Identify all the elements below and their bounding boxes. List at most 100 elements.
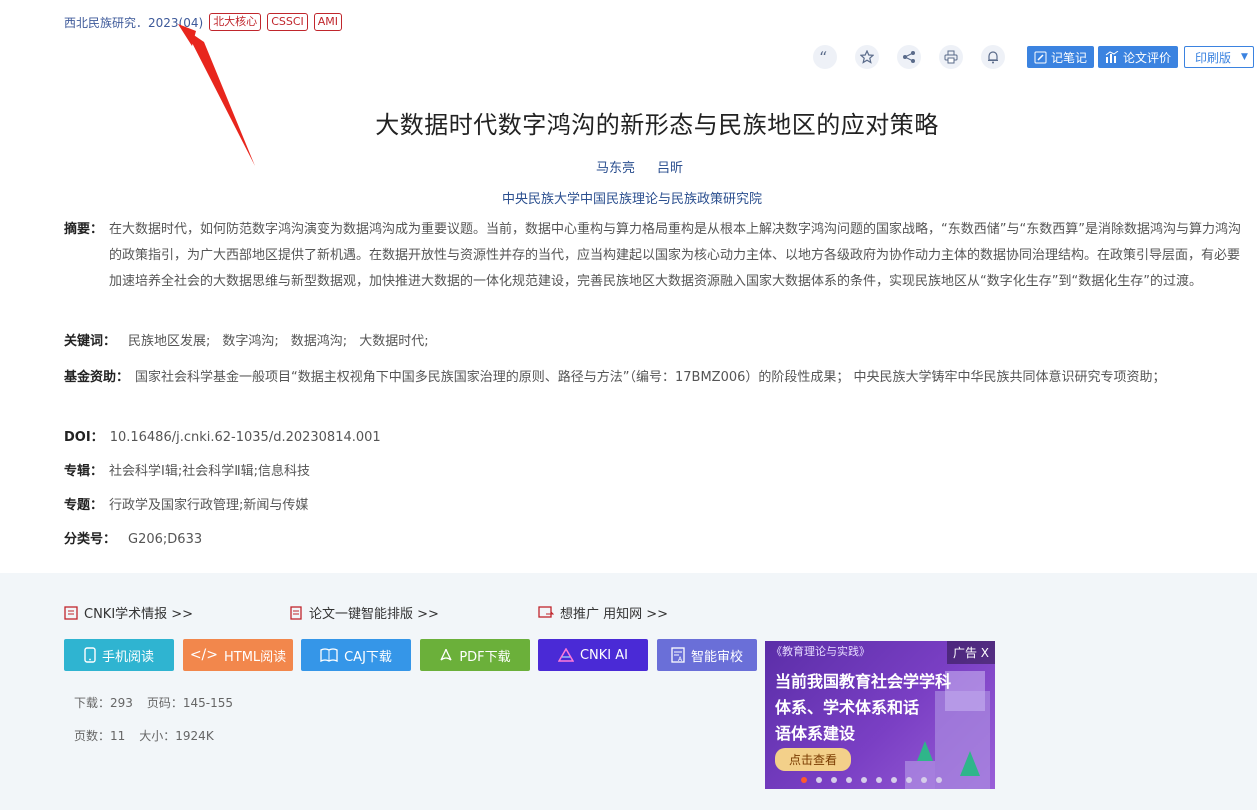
fund-text: 国家社会科学基金一般项目“数据主权视角下中国多民族国家治理的原则、路径与方法”（… <box>135 370 1166 385</box>
take-note-button[interactable]: 记笔记 <box>1027 46 1095 68</box>
document-icon <box>290 605 302 620</box>
ad-headline-3: 语体系建设 <box>775 724 856 743</box>
carousel-dot[interactable] <box>876 777 882 783</box>
carousel-dot[interactable] <box>831 777 837 783</box>
keyword-link[interactable]: 数据鸿沟; <box>291 329 347 355</box>
article-toolbar: “ 记笔记 论文评价 印刷版 ▼ <box>813 45 1254 69</box>
carousel-dot[interactable] <box>801 777 807 783</box>
doi-label: DOI： <box>64 430 104 445</box>
promo-label: 论文一键智能排版 >> <box>309 607 439 622</box>
page-count: 页数：11 <box>74 729 126 743</box>
source-line: 西北民族研究．2023(04) 北大核心 CSSCI AMI <box>64 13 343 31</box>
download-stats: 下载：293 页码：145-155 <box>74 694 233 711</box>
badge-pku-core: 北大核心 <box>209 13 262 31</box>
share-icon[interactable] <box>897 45 921 69</box>
cnki-ai-button[interactable]: CNKI AI <box>538 639 648 671</box>
keywords-label: 关键词： <box>64 334 117 349</box>
ad-headline-1: 当前我国教育社会学学科 <box>775 672 952 691</box>
html-read-button[interactable]: </> HTML阅读 <box>183 639 293 671</box>
series-label: 专辑： <box>64 464 104 479</box>
promo-label: CNKI学术情报 >> <box>84 607 194 622</box>
phone-icon <box>84 647 96 663</box>
keyword-link[interactable]: 大数据时代; <box>359 329 428 355</box>
article-title: 大数据时代数字鸿沟的新形态与民族地区的应对策略 <box>375 111 939 139</box>
svg-text:“: “ <box>819 50 827 64</box>
mobile-read-label: 手机阅读 <box>101 649 154 665</box>
file-size: 大小：1924K <box>139 729 214 743</box>
edit-icon <box>1034 51 1047 63</box>
caj-download-button[interactable]: CAJ下载 <box>301 639 411 671</box>
mobile-read-button[interactable]: 手机阅读 <box>64 639 174 671</box>
affiliation-link[interactable]: 中央民族大学中国民族理论与民族政策研究院 <box>502 188 762 207</box>
print-version-dropdown[interactable]: 印刷版 ▼ <box>1184 46 1254 68</box>
ad-source: 《教育理论与实践》 <box>771 645 870 658</box>
promo-label: 想推广 用知网 >> <box>560 607 669 622</box>
caret-down-icon: ▼ <box>1241 52 1248 62</box>
page-range: 页码：145-155 <box>146 696 234 710</box>
paper-evaluation-button[interactable]: 论文评价 <box>1098 46 1179 68</box>
abstract-row: 摘要： 在大数据时代，如何防范数字鸿沟演变为数据鸿沟成为重要议题。当前，数据中心… <box>64 217 1247 295</box>
pdf-icon <box>440 648 452 661</box>
doi-row: DOI： 10.16486/j.cnki.62-1035/d.20230814.… <box>64 425 381 451</box>
ad-banner[interactable]: 《教育理论与实践》 广告 X 当前我国教育社会学学科 体系、学术体系和话 语体系… <box>765 641 995 789</box>
downloads-count: 下载：293 <box>74 696 133 710</box>
take-note-label: 记笔记 <box>1051 50 1088 65</box>
author-link[interactable]: 马东亮 <box>596 157 635 176</box>
series-row: 专辑： 社会科学Ⅰ辑;社会科学Ⅱ辑;信息科技 <box>64 459 310 485</box>
doi-value: 10.16486/j.cnki.62-1035/d.20230814.001 <box>109 430 381 445</box>
print-icon[interactable] <box>939 45 963 69</box>
carousel-dot[interactable] <box>816 777 822 783</box>
carousel-dot[interactable] <box>891 777 897 783</box>
classification-row: 分类号： G206;D633 <box>64 527 202 553</box>
classification-label: 分类号： <box>64 532 117 547</box>
html-read-label: HTML阅读 <box>224 649 287 665</box>
promo-smart-typeset[interactable]: 论文一键智能排版 >> <box>289 603 439 622</box>
fund-label: 基金资助： <box>64 370 130 385</box>
ad-headline-2: 体系、学术体系和话 <box>775 698 920 717</box>
bar-chart-icon <box>1105 51 1119 63</box>
series-value: 社会科学Ⅰ辑;社会科学Ⅱ辑;信息科技 <box>109 464 311 479</box>
carousel-dots <box>801 777 942 783</box>
proofread-icon: A <box>671 647 685 663</box>
fund-row: 基金资助： 国家社会科学基金一般项目“数据主权视角下中国多民族国家治理的原则、路… <box>64 365 1245 391</box>
carousel-dot[interactable] <box>861 777 867 783</box>
author-list: 马东亮 吕昕 <box>596 157 683 176</box>
book-icon <box>320 648 338 662</box>
megaphone-icon <box>538 605 554 618</box>
carousel-dot[interactable] <box>936 777 942 783</box>
smart-review-button[interactable]: A 智能审校 <box>657 639 757 671</box>
carousel-dot[interactable] <box>846 777 852 783</box>
topic-row: 专题： 行政学及国家行政管理;新闻与传媒 <box>64 493 308 519</box>
paper-evaluation-label: 论文评价 <box>1123 50 1172 65</box>
author-link[interactable]: 吕昕 <box>657 157 683 176</box>
keywords-row: 关键词： 民族地区发展; 数字鸿沟; 数据鸿沟; 大数据时代; <box>64 329 429 355</box>
file-stats: 页数：11 大小：1924K <box>74 727 214 744</box>
smart-review-label: 智能审校 <box>690 649 743 665</box>
promo-advertise[interactable]: 想推广 用知网 >> <box>538 603 668 622</box>
print-version-label: 印刷版 <box>1195 50 1232 65</box>
ad-close-button[interactable]: 广告 X <box>946 641 995 664</box>
badge-cssci: CSSCI <box>267 13 308 31</box>
quote-icon[interactable]: “ <box>813 45 837 69</box>
carousel-dot[interactable] <box>906 777 912 783</box>
pdf-download-label: PDF下载 <box>459 649 511 665</box>
abstract-text: 在大数据时代，如何防范数字鸿沟演变为数据鸿沟成为重要议题。当前，数据中心重构与算… <box>109 222 1241 289</box>
carousel-dot[interactable] <box>921 777 927 783</box>
journal-issue-link[interactable]: 西北民族研究．2023(04) <box>64 14 203 31</box>
cnki-ai-label: CNKI AI <box>579 647 629 663</box>
star-icon[interactable] <box>855 45 879 69</box>
promo-cnki-intel[interactable]: CNKI学术情报 >> <box>64 603 193 622</box>
ai-logo-icon <box>557 648 574 662</box>
caj-download-label: CAJ下载 <box>344 649 392 665</box>
abstract-label: 摘要： <box>64 222 104 237</box>
topic-label: 专题： <box>64 498 104 513</box>
keyword-link[interactable]: 民族地区发展; <box>128 329 210 355</box>
bell-icon[interactable] <box>981 45 1005 69</box>
keyword-link[interactable]: 数字鸿沟; <box>222 329 278 355</box>
pdf-download-button[interactable]: PDF下载 <box>420 639 530 671</box>
code-icon: </> <box>189 647 218 663</box>
topic-value: 行政学及国家行政管理;新闻与传媒 <box>109 498 309 513</box>
ad-cta-button[interactable]: 点击查看 <box>775 748 852 771</box>
report-icon <box>64 605 78 620</box>
classification-value: G206;D633 <box>128 532 203 547</box>
